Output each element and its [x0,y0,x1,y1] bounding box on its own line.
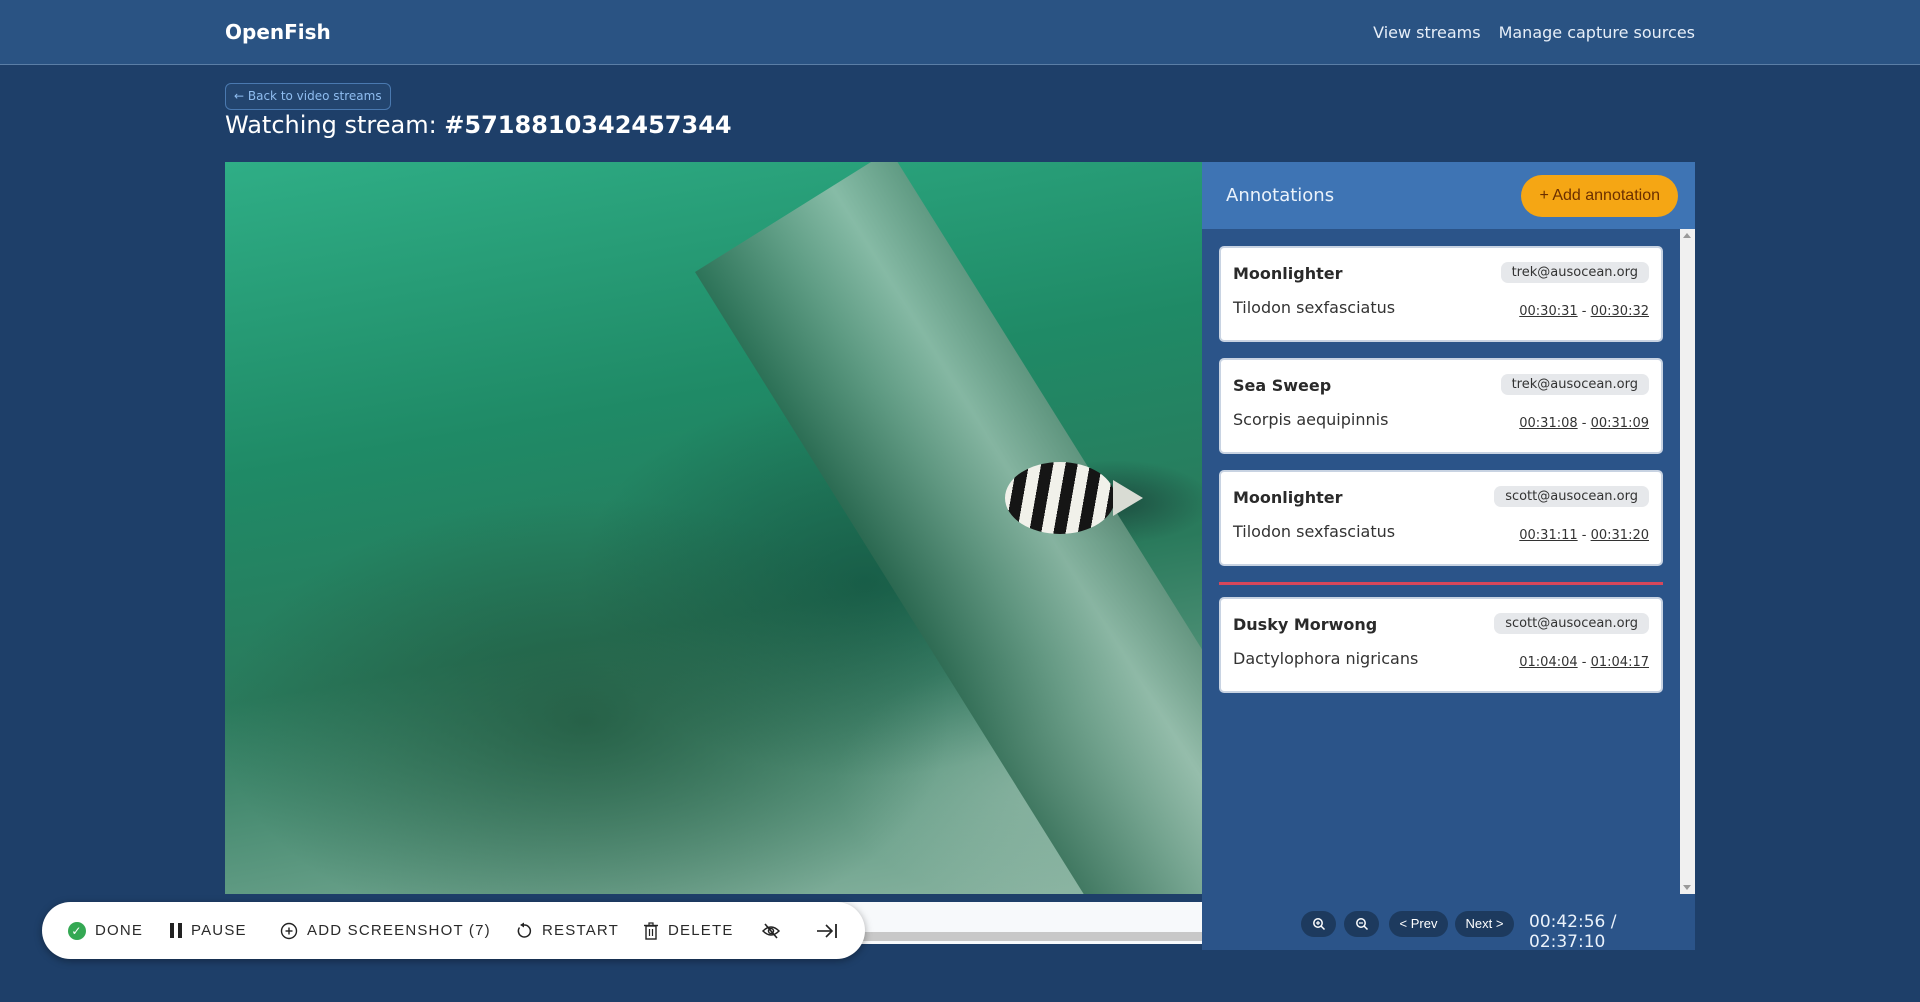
annotations-title: Annotations [1226,185,1335,206]
add-circle-icon [280,922,298,939]
annotation-end-time[interactable]: 00:31:09 [1591,416,1649,431]
annotation-common-name: Sea Sweep [1233,376,1332,395]
annotation-common-name: Moonlighter [1233,488,1343,507]
zoom-out-icon [1355,918,1368,931]
main-nav: View streams Manage capture sources [1373,23,1695,42]
arrow-to-right-icon [817,923,837,938]
time-readout: 00:42:56 / 02:37:10 [1529,912,1695,952]
next-button[interactable]: Next > [1455,911,1514,937]
hide-overlay-button[interactable] [761,902,781,959]
annotation-card[interactable]: Sea Sweep Scorpis aequipinnis trek@ausoc… [1219,358,1663,454]
nav-view-streams[interactable]: View streams [1373,23,1480,42]
restart-button[interactable]: RESTART [515,902,619,959]
back-to-streams-button[interactable]: ← Back to video streams [225,83,391,110]
check-circle-icon: ✓ [68,921,86,940]
video-player[interactable] [225,162,1202,894]
zoom-in-icon [1312,918,1325,931]
zoom-in-button[interactable] [1301,911,1336,937]
done-label: DONE [95,922,144,939]
floating-toolbar: ✓ DONE PAUSE ADD SCREENSHOT (7) RESTART … [42,902,865,959]
annotation-end-time[interactable]: 00:31:20 [1591,528,1649,543]
prev-button[interactable]: < Prev [1389,911,1448,937]
page-title: Watching stream: #5718810342457344 [225,111,732,139]
annotation-user-badge: trek@ausocean.org [1500,374,1649,395]
annotation-times: 00:30:31 - 00:30:32 [1519,304,1649,319]
annotation-scientific-name: Scorpis aequipinnis [1233,410,1389,429]
time-separator: / [1610,912,1617,932]
restart-icon [517,922,532,938]
collapse-toolbar-button[interactable] [816,902,838,959]
annotation-scientific-name: Tilodon sexfasciatus [1233,522,1396,541]
annotation-start-time[interactable]: 00:31:11 [1519,528,1577,543]
annotation-card[interactable]: Dusky Morwong Dactylophora nigricans sco… [1219,597,1663,693]
duration: 02:37:10 [1529,932,1606,952]
video-frame-fish [1005,462,1143,534]
zoom-out-button[interactable] [1344,911,1379,937]
top-navbar: OpenFish View streams Manage capture sou… [0,0,1920,65]
annotation-times: 01:04:04 - 01:04:17 [1519,655,1649,670]
annotation-start-time[interactable]: 00:30:31 [1519,304,1577,319]
annotation-user-badge: scott@ausocean.org [1494,486,1649,507]
trash-icon [644,921,658,940]
annotation-common-name: Dusky Morwong [1233,615,1378,634]
scroll-down-arrow-icon[interactable] [1683,885,1691,890]
done-button[interactable]: ✓ DONE [68,902,143,959]
annotations-header: Annotations + Add annotation [1202,162,1695,229]
current-time-marker [1219,582,1663,585]
annotation-scientific-name: Tilodon sexfasciatus [1233,298,1396,317]
video-frame-plank [695,162,1202,894]
stream-id: #5718810342457344 [444,111,732,139]
playback-controls: < Prev Next > 00:42:56 / 02:37:10 [1202,894,1695,952]
page-title-prefix: Watching stream: [225,111,437,139]
current-time: 00:42:56 [1529,912,1606,932]
add-screenshot-button[interactable]: ADD SCREENSHOT (7) [280,902,491,959]
annotations-panel: Annotations + Add annotation Moonlighter… [1202,162,1695,894]
restart-label: RESTART [542,922,620,939]
annotations-scrollbar[interactable] [1680,229,1695,894]
annotation-user-badge: trek@ausocean.org [1500,262,1649,283]
annotation-end-time[interactable]: 00:30:32 [1591,304,1649,319]
annotation-scientific-name: Dactylophora nigricans [1233,649,1419,668]
annotation-list: Moonlighter Tilodon sexfasciatus trek@au… [1219,246,1663,709]
add-annotation-button[interactable]: + Add annotation [1521,175,1678,217]
add-screenshot-label: ADD SCREENSHOT (7) [307,922,491,939]
pause-icon [170,923,182,938]
delete-button[interactable]: DELETE [643,902,734,959]
pause-label: PAUSE [191,922,247,939]
scroll-up-arrow-icon[interactable] [1683,233,1691,238]
annotation-common-name: Moonlighter [1233,264,1343,283]
app-logo[interactable]: OpenFish [225,20,331,44]
annotation-times: 00:31:11 - 00:31:20 [1519,528,1649,543]
annotation-start-time[interactable]: 00:31:08 [1519,416,1577,431]
annotation-card[interactable]: Moonlighter Tilodon sexfasciatus trek@au… [1219,246,1663,342]
annotation-card[interactable]: Moonlighter Tilodon sexfasciatus scott@a… [1219,470,1663,566]
annotation-times: 00:31:08 - 00:31:09 [1519,416,1649,431]
eye-off-icon [761,922,781,939]
nav-manage-capture-sources[interactable]: Manage capture sources [1499,23,1695,42]
annotation-user-badge: scott@ausocean.org [1494,613,1649,634]
pause-button[interactable]: PAUSE [170,902,247,959]
annotation-end-time[interactable]: 01:04:17 [1591,655,1649,670]
delete-label: DELETE [668,922,734,939]
annotation-start-time[interactable]: 01:04:04 [1519,655,1577,670]
